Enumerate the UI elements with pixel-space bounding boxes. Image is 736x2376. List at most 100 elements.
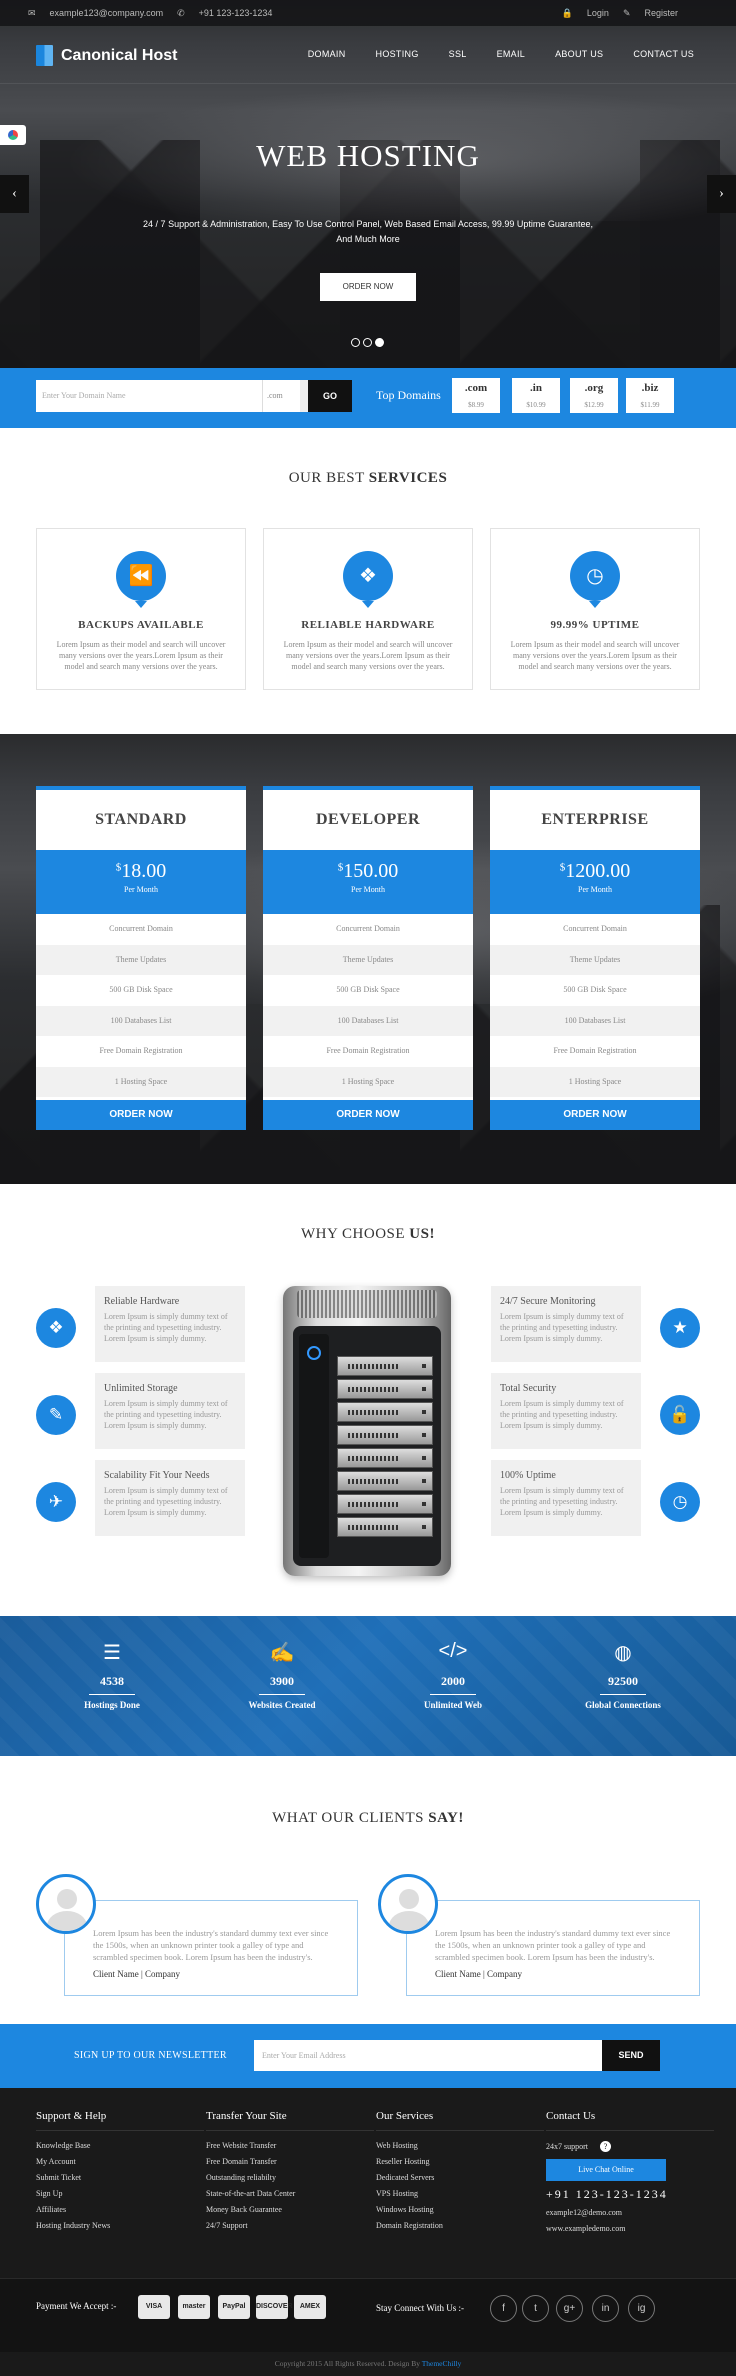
register-link[interactable]: Register — [644, 8, 678, 18]
pricing-card: ENTERPRISE $1200.00 Per Month Concurrent … — [490, 786, 700, 1130]
why-item-title: Unlimited Storage — [104, 1383, 178, 1394]
why-item-title: Scalability Fit Your Needs — [104, 1470, 210, 1481]
nav-hosting[interactable]: HOSTING — [376, 49, 419, 59]
phone-icon: ✆ — [177, 8, 185, 18]
services-section: OUR BEST SERVICES ⏪ BACKUPS AVAILABLE Lore… — [0, 428, 736, 734]
plan-feature: 500 GB Disk Space — [563, 985, 627, 994]
facebook-icon[interactable]: f — [490, 2295, 517, 2322]
brand-name: Canonical Host — [61, 46, 178, 64]
plan-feature: 100 Databases List — [490, 1005, 700, 1036]
footer-website[interactable]: www.exampledemo.com — [546, 2224, 714, 2233]
plan-feature: Theme Updates — [263, 944, 473, 975]
plan-order-button[interactable]: ORDER NOW — [490, 1100, 700, 1130]
footer-link[interactable]: Hosting Industry News — [36, 2221, 204, 2230]
prev-arrow-icon[interactable]: ‹ — [0, 175, 29, 213]
instagram-icon[interactable]: ig — [628, 2295, 655, 2322]
plan-order-button[interactable]: ORDER NOW — [36, 1100, 246, 1130]
footer-link[interactable]: Domain Registration — [376, 2221, 544, 2230]
login-link[interactable]: Login — [587, 8, 609, 18]
stat-item: ✍ 3900 Websites Created — [222, 1640, 342, 1710]
select-arrow-icon — [300, 380, 308, 412]
hero-order-button[interactable]: ORDER NOW — [320, 273, 416, 301]
linkedin-icon[interactable]: in — [592, 2295, 619, 2322]
social-label: Stay Connect With Us :- — [376, 2303, 464, 2313]
stat-item: ◍ 92500 Global Connections — [563, 1640, 683, 1710]
plan-name: ENTERPRISE — [541, 811, 649, 828]
top-email[interactable]: example123@company.com — [50, 8, 164, 18]
footer-email[interactable]: example12@demo.com — [546, 2208, 714, 2217]
next-arrow-icon[interactable]: › — [707, 175, 736, 213]
code-icon: </> — [438, 1640, 468, 1662]
newsletter-email-input[interactable]: Enter Your Email Address — [254, 2040, 602, 2071]
footer-bottom: Payment We Accept :- VISA master PayPal … — [0, 2278, 736, 2352]
footer-link[interactable]: Reseller Hosting — [376, 2157, 544, 2166]
service-card: ❖ RELIABLE HARDWARE Lorem Ipsum as their m… — [263, 528, 473, 690]
tld-card[interactable]: .org $12.99 — [570, 378, 618, 413]
plan-feature: Concurrent Domain — [336, 924, 400, 933]
footer-link[interactable]: My Account — [36, 2157, 204, 2166]
plan-feature: 100 Databases List — [263, 1005, 473, 1036]
plan-feature: Free Domain Registration — [99, 1046, 183, 1055]
pricing-section: STANDARD $18.00 Per Month Concurrent Doma… — [0, 734, 736, 1184]
plan-feature: Concurrent Domain — [109, 924, 173, 933]
why-item-text: Lorem Ipsum is simply dummy text of the … — [500, 1399, 624, 1430]
footer-link[interactable]: Affiliates — [36, 2205, 204, 2214]
slider-dot-active[interactable] — [375, 338, 384, 347]
service-text: Lorem Ipsum as their model and search wi… — [56, 640, 226, 671]
testimonials-section: WHAT OUR CLIENTS SAY! Lorem Ipsum has be… — [0, 1756, 736, 2024]
footer-link[interactable]: Knowledge Base — [36, 2141, 204, 2150]
slider-dot[interactable] — [363, 338, 372, 347]
main-nav: Canonical Host DOMAIN HOSTING SSL EMAIL … — [0, 26, 736, 84]
plan-feature: Theme Updates — [490, 944, 700, 975]
service-card: ⏪ BACKUPS AVAILABLE Lorem Ipsum as their m… — [36, 528, 246, 690]
twitter-icon[interactable]: t — [522, 2295, 549, 2322]
power-icon — [307, 1346, 321, 1360]
slider-dot[interactable] — [351, 338, 360, 347]
footer-link[interactable]: VPS Hosting — [376, 2189, 544, 2198]
avatar — [378, 1874, 438, 1934]
tld-card[interactable]: .com $8.99 — [452, 378, 500, 413]
nav-email[interactable]: EMAIL — [497, 49, 526, 59]
footer-col-title: Contact Us — [546, 2110, 714, 2131]
brand-logo[interactable]: Canonical Host — [36, 45, 177, 66]
rewind-icon: ⏪ — [116, 551, 166, 608]
nav-ssl[interactable]: SSL — [449, 49, 467, 59]
payment-label: Payment We Accept :- — [36, 2301, 117, 2311]
footer-link[interactable]: Dedicated Servers — [376, 2173, 544, 2182]
live-chat-button[interactable]: Live Chat Online — [546, 2159, 666, 2181]
tld-name: .in — [530, 382, 542, 394]
why-item: 100% Uptime Lorem Ipsum is simply dummy t… — [491, 1460, 641, 1536]
footer-link[interactable]: Windows Hosting — [376, 2205, 544, 2214]
footer-link[interactable]: Free Domain Transfer — [206, 2157, 374, 2166]
footer-link[interactable]: Free Website Transfer — [206, 2141, 374, 2150]
footer-link[interactable]: 24/7 Support — [206, 2221, 374, 2230]
clock-icon: ◷ — [570, 551, 620, 608]
footer-link[interactable]: State-of-the-art Data Center — [206, 2189, 374, 2198]
globe-icon: ◍ — [614, 1642, 632, 1664]
tld-card[interactable]: .in $10.99 — [512, 378, 560, 413]
cubes-icon: ❖ — [36, 1308, 76, 1348]
why-item: 24/7 Secure Monitoring Lorem Ipsum is sim… — [491, 1286, 641, 1362]
newsletter-send-button[interactable]: SEND — [602, 2040, 660, 2071]
footer-link[interactable]: Web Hosting — [376, 2141, 544, 2150]
footer-link[interactable]: Outstanding reliabilty — [206, 2173, 374, 2182]
footer-link[interactable]: Submit Ticket — [36, 2173, 204, 2182]
nav-contact[interactable]: CONTACT US — [633, 49, 694, 59]
footer-link[interactable]: Money Back Guarantee — [206, 2205, 374, 2214]
service-text: Lorem Ipsum as their model and search wi… — [510, 640, 680, 671]
google-plus-icon[interactable]: g+ — [556, 2295, 583, 2322]
nav-about[interactable]: ABOUT US — [555, 49, 603, 59]
domain-ext-select[interactable]: .com — [262, 380, 308, 412]
why-item-text: Lorem Ipsum is simply dummy text of the … — [104, 1399, 228, 1430]
stat-label: Hostings Done — [84, 1700, 140, 1710]
footer-link[interactable]: Sign Up — [36, 2189, 204, 2198]
tld-card[interactable]: .biz $11.99 — [626, 378, 674, 413]
plan-price: $18.00 Per Month — [36, 850, 246, 914]
designer-link[interactable]: ThemeChilly — [422, 2359, 462, 2368]
domain-go-button[interactable]: GO — [308, 380, 352, 412]
domain-input[interactable]: Enter Your Domain Name — [36, 380, 262, 412]
plan-order-button[interactable]: ORDER NOW — [263, 1100, 473, 1130]
footer-col-contact: Contact Us 24x7 support ? Live Chat Onli… — [546, 2110, 714, 2240]
nav-domain[interactable]: DOMAIN — [308, 49, 346, 59]
stat-number: 92500 — [608, 1674, 638, 1688]
